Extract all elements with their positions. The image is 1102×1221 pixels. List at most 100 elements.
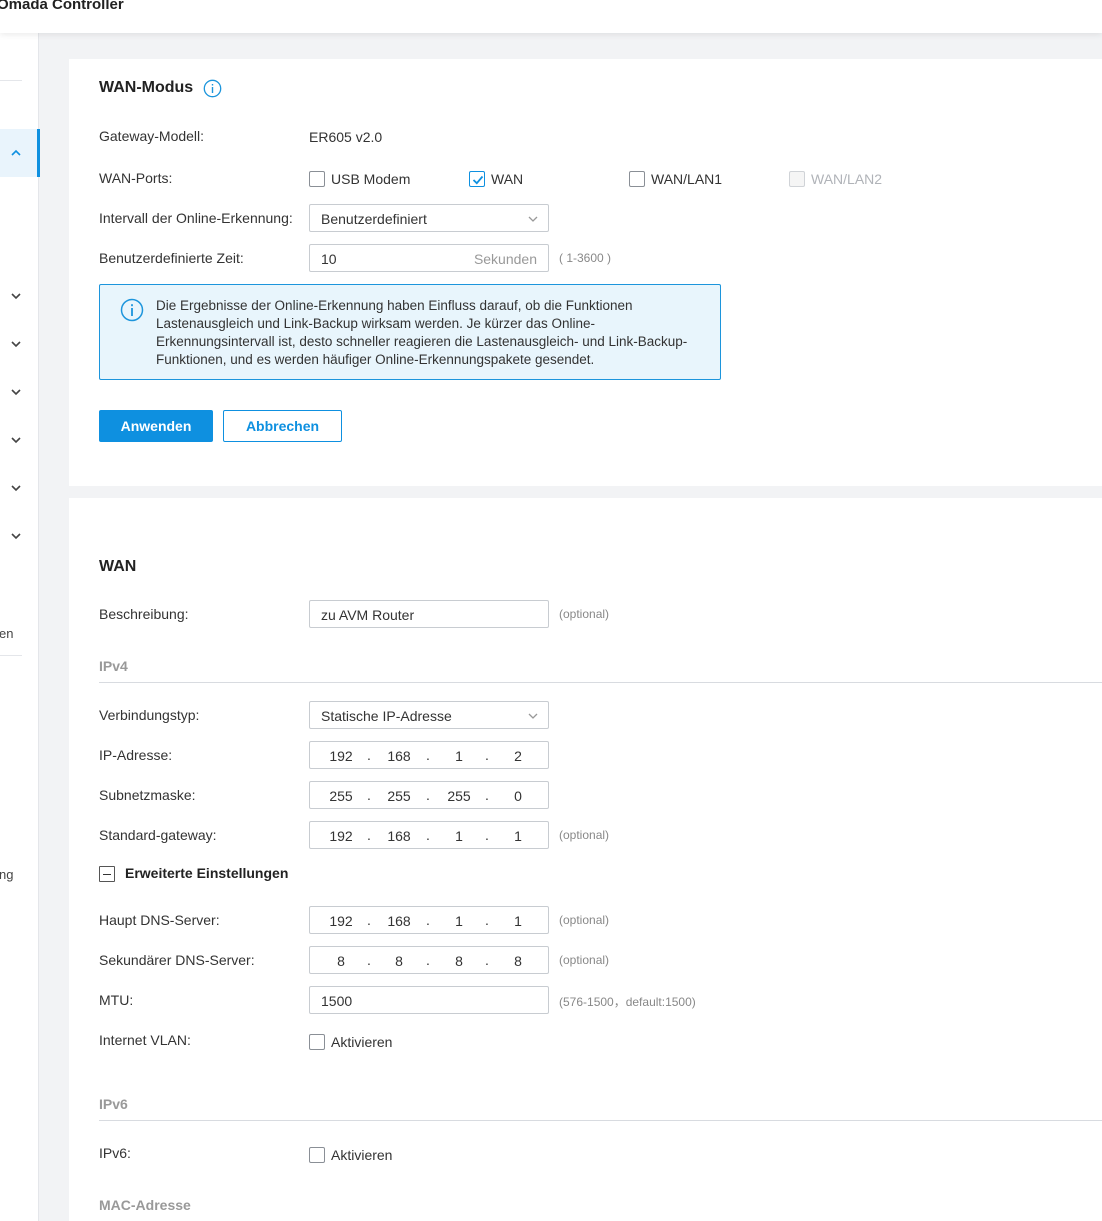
gateway-model-label: Gateway-Modell:	[99, 128, 205, 144]
cancel-button[interactable]: Abbrechen	[223, 410, 342, 442]
custom-time-range: ( 1-3600 )	[559, 251, 612, 265]
chevron-down-icon	[528, 216, 538, 222]
ip-address-input[interactable]: 192. 168. 1. 2	[309, 741, 549, 769]
chevron-down-icon[interactable]	[9, 529, 23, 543]
description-input[interactable]: zu AVM Router	[309, 600, 549, 628]
ip-octet[interactable]: 8	[439, 953, 479, 969]
ip-octet[interactable]: 255	[321, 788, 361, 804]
collapse-icon	[99, 866, 115, 882]
chevron-up-icon	[11, 149, 21, 156]
info-box: Die Ergebnisse der Online-Erkennung habe…	[99, 284, 721, 380]
interval-select[interactable]: Benutzerdefiniert	[309, 204, 549, 232]
gateway-model-value: ER605 v2.0	[309, 129, 383, 145]
mtu-value: 1500	[321, 993, 353, 1009]
ipv6-checkbox[interactable]	[309, 1147, 325, 1163]
description-value: zu AVM Router	[321, 607, 415, 623]
chevron-down-icon[interactable]	[9, 433, 23, 447]
ip-octet[interactable]: 1	[439, 828, 479, 844]
custom-time-value: 10	[321, 251, 337, 267]
internet-vlan-checkbox-label: Aktivieren	[331, 1034, 393, 1050]
wan-checkbox[interactable]	[469, 171, 485, 187]
connection-type-value: Statische IP-Adresse	[321, 708, 452, 724]
ip-octet[interactable]: 168	[379, 748, 419, 764]
subnet-label: Subnetzmaske:	[99, 787, 196, 803]
wan-title: WAN	[99, 558, 137, 575]
ip-octet[interactable]: 8	[321, 953, 361, 969]
wan-lan2-checkbox	[789, 171, 805, 187]
info-icon[interactable]	[203, 79, 222, 98]
info-text: Die Ergebnisse der Online-Erkennung habe…	[156, 298, 688, 367]
internet-vlan-label: Internet VLAN:	[99, 1032, 191, 1048]
optional-hint: (optional)	[559, 607, 610, 621]
custom-time-input[interactable]: 10 Sekunden	[309, 244, 549, 272]
wan-mode-title: WAN-Modus	[99, 79, 194, 96]
ipv6-label: IPv6:	[99, 1145, 131, 1161]
ip-octet[interactable]: 1	[439, 913, 479, 929]
ip-octet[interactable]: 255	[379, 788, 419, 804]
sidebar-item-label[interactable]: ng	[0, 867, 13, 882]
ip-octet[interactable]: 8	[498, 953, 538, 969]
mtu-label: MTU:	[99, 992, 134, 1008]
active-indicator	[37, 129, 40, 177]
section-divider	[99, 1120, 1102, 1121]
wan-mode-card: WAN-Modus Gateway-Modell: ER605 v2.0 WAN…	[69, 59, 1102, 486]
apply-button[interactable]: Anwenden	[99, 410, 213, 442]
usb-modem-label: USB Modem	[331, 171, 411, 187]
optional-hint: (optional)	[559, 913, 610, 927]
usb-modem-checkbox[interactable]	[309, 171, 325, 187]
checkmark-icon	[472, 175, 484, 185]
connection-type-label: Verbindungstyp:	[99, 707, 200, 723]
optional-hint: (optional)	[559, 953, 610, 967]
sidebar-item-active[interactable]	[0, 129, 40, 177]
ipv4-section-title: IPv4	[99, 658, 128, 674]
ipv6-checkbox-label: Aktivieren	[331, 1147, 393, 1163]
custom-time-unit: Sekunden	[473, 251, 537, 267]
ip-octet[interactable]: 192	[321, 913, 361, 929]
sidebar-divider	[0, 655, 22, 656]
wan-lan2-label: WAN/LAN2	[811, 171, 883, 187]
ip-octet[interactable]: 168	[379, 913, 419, 929]
ip-octet[interactable]: 192	[321, 748, 361, 764]
sidebar-item-label[interactable]: en	[0, 626, 13, 641]
mtu-input[interactable]: 1500	[309, 986, 549, 1014]
gateway-label: Standard-gateway:	[99, 827, 217, 843]
wan-lan1-checkbox[interactable]	[629, 171, 645, 187]
connection-type-select[interactable]: Statische IP-Adresse	[309, 701, 549, 729]
ip-octet[interactable]: 2	[498, 748, 538, 764]
ipv6-section-title: IPv6	[99, 1096, 128, 1112]
dns2-label: Sekundärer DNS-Server:	[99, 952, 255, 968]
chevron-down-icon	[528, 713, 538, 719]
ip-octet[interactable]: 8	[379, 953, 419, 969]
dns2-input[interactable]: 8. 8. 8. 8	[309, 946, 549, 974]
info-icon	[120, 298, 144, 322]
ip-address-label: IP-Adresse:	[99, 747, 173, 763]
ip-octet[interactable]: 1	[498, 913, 538, 929]
ip-octet[interactable]: 192	[321, 828, 361, 844]
mtu-hint: (576-1500，default:1500)	[559, 995, 696, 1009]
gateway-input[interactable]: 192. 168. 1. 1	[309, 821, 549, 849]
ip-octet[interactable]: 168	[379, 828, 419, 844]
app-title: Omada Controller	[0, 0, 124, 13]
top-bar: Omada Controller	[0, 0, 1102, 33]
chevron-down-icon[interactable]	[9, 385, 23, 399]
subnet-input[interactable]: 255. 255. 255. 0	[309, 781, 549, 809]
description-label: Beschreibung:	[99, 606, 189, 622]
wan-ports-label: WAN-Ports:	[99, 170, 173, 186]
ip-octet[interactable]: 1	[439, 748, 479, 764]
ip-octet[interactable]: 0	[498, 788, 538, 804]
section-divider	[99, 682, 1102, 683]
internet-vlan-checkbox[interactable]	[309, 1034, 325, 1050]
ip-octet[interactable]: 255	[439, 788, 479, 804]
ip-octet[interactable]: 1	[498, 828, 538, 844]
chevron-down-icon[interactable]	[9, 289, 23, 303]
interval-label: Intervall der Online-Erkennung:	[99, 210, 293, 226]
sidebar-divider	[0, 80, 22, 81]
chevron-down-icon[interactable]	[9, 337, 23, 351]
advanced-settings-label: Erweiterte Einstellungen	[125, 865, 289, 881]
dns1-input[interactable]: 192. 168. 1. 1	[309, 906, 549, 934]
dns1-label: Haupt DNS-Server:	[99, 912, 220, 928]
chevron-down-icon[interactable]	[9, 481, 23, 495]
wan-card: WAN Beschreibung: zu AVM Router (optiona…	[69, 498, 1102, 1221]
optional-hint: (optional)	[559, 828, 610, 842]
mac-section-title: MAC-Adresse	[99, 1197, 191, 1213]
